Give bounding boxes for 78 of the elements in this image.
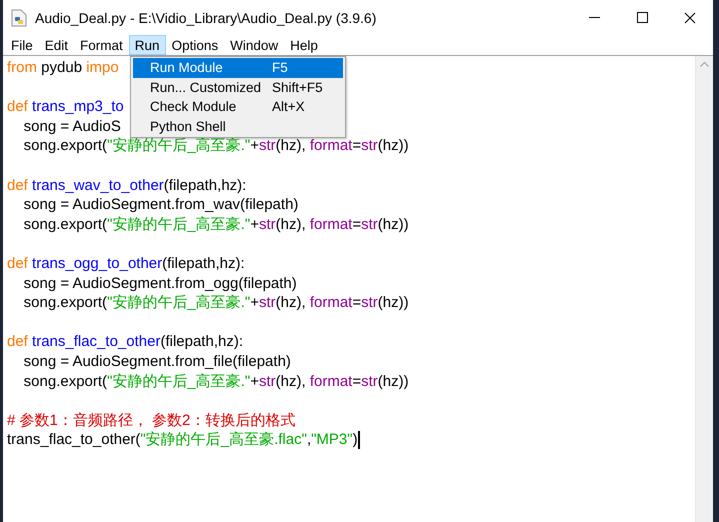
code-text: + xyxy=(250,372,259,392)
code-text: song = AudioS xyxy=(22,116,121,136)
code-text: song.export( xyxy=(22,372,108,392)
code-text: trans_flac_to_other( xyxy=(7,430,140,450)
code-text: "安静的午后_高至豪." xyxy=(107,214,250,234)
menu-item[interactable]: Options xyxy=(166,35,224,55)
code-text: impo xyxy=(86,58,119,78)
code-text: str xyxy=(259,293,276,313)
code-text: "安静的午后_高至豪.flac" xyxy=(140,430,307,450)
code-text: str xyxy=(361,293,378,313)
code-text: (hz)) xyxy=(378,136,409,156)
code-text: "MP3" xyxy=(311,430,353,450)
python-file-icon xyxy=(11,8,27,26)
text-cursor xyxy=(358,431,360,450)
code-text: pydub xyxy=(40,58,84,78)
maximize-icon xyxy=(636,12,648,23)
code-text: + xyxy=(250,293,259,313)
menu-item[interactable]: File xyxy=(5,35,39,55)
scroll-up-icon[interactable] xyxy=(700,62,709,67)
menu-item[interactable]: Help xyxy=(284,35,324,55)
menu-item[interactable]: Format xyxy=(74,35,129,55)
code-text: str xyxy=(259,372,276,392)
code-text: ) xyxy=(352,430,358,450)
code-text: trans_ogg_to_other xyxy=(31,254,162,274)
code-text: def xyxy=(7,332,28,352)
code-text: "安静的午后_高至豪." xyxy=(107,372,250,392)
code-text: = xyxy=(352,136,362,156)
code-text: (hz)) xyxy=(378,372,409,392)
code-text: (hz), xyxy=(276,293,307,313)
code-text: (hz), xyxy=(276,136,307,156)
code-text: + xyxy=(250,136,259,156)
code-text: = xyxy=(352,293,362,313)
code-text: str xyxy=(361,372,378,392)
code-text: (filepath,hz): xyxy=(164,176,246,196)
code-text: song.export( xyxy=(22,214,108,234)
code-text: trans_wav_to_other xyxy=(31,176,164,196)
code-text: song.export( xyxy=(22,136,108,156)
code-text: str xyxy=(259,214,276,234)
code-text: (hz), xyxy=(276,372,307,392)
menu-item[interactable]: Window xyxy=(224,35,284,55)
code-text: = xyxy=(352,372,362,392)
code-text: trans_mp3_to xyxy=(31,97,124,117)
code-text: = xyxy=(352,214,362,234)
code-text: from xyxy=(7,58,37,78)
minimize-icon xyxy=(588,16,600,18)
code-text: (hz)) xyxy=(378,214,409,234)
code-text: (hz)) xyxy=(378,293,409,313)
close-icon xyxy=(684,12,696,24)
menu-item[interactable]: Edit xyxy=(38,35,74,55)
menu-option[interactable]: Run... Customized Shift+F5 xyxy=(133,78,343,97)
code-text: (filepath,hz): xyxy=(160,332,243,352)
code-text: str xyxy=(259,136,276,156)
menu-item[interactable]: Run xyxy=(128,35,166,55)
code-text: song = AudioSegment.from_file(filepath) xyxy=(22,352,291,372)
code-text: song = AudioSegment.from_wav(filepath) xyxy=(22,195,298,215)
code-text: format xyxy=(310,136,352,156)
code-comment: # 参数1：音频路径， 参数2：转换后的格式 xyxy=(7,410,296,430)
code-text: str xyxy=(361,214,378,234)
code-text: format xyxy=(310,372,352,392)
code-text: "安静的午后_高至豪." xyxy=(107,293,250,313)
code-text: song.export( xyxy=(22,293,108,313)
menu-option[interactable]: Run Module F5 xyxy=(133,58,343,78)
code-text: str xyxy=(361,136,378,156)
menu-option[interactable]: Check Module Alt+X xyxy=(133,97,343,116)
menu-option[interactable]: Python Shell xyxy=(133,116,343,136)
code-text: , xyxy=(306,430,312,450)
code-text: def xyxy=(7,254,28,274)
code-text: def xyxy=(7,97,28,117)
window-title: Audio_Deal.py - E:\Vidio_Library\Audio_Deal.py (3.9.6) xyxy=(35,10,378,26)
code-text: def xyxy=(7,176,28,196)
code-text: "安静的午后_高至豪." xyxy=(107,136,250,156)
code-text: + xyxy=(250,214,259,234)
code-text: trans_flac_to_other xyxy=(31,332,160,352)
code-text: format xyxy=(310,293,352,313)
code-text: (hz), xyxy=(276,214,307,234)
code-text: format xyxy=(310,214,352,234)
code-text: (filepath,hz): xyxy=(162,254,245,274)
code-text: song = AudioSegment.from_ogg(filepath) xyxy=(22,274,297,294)
